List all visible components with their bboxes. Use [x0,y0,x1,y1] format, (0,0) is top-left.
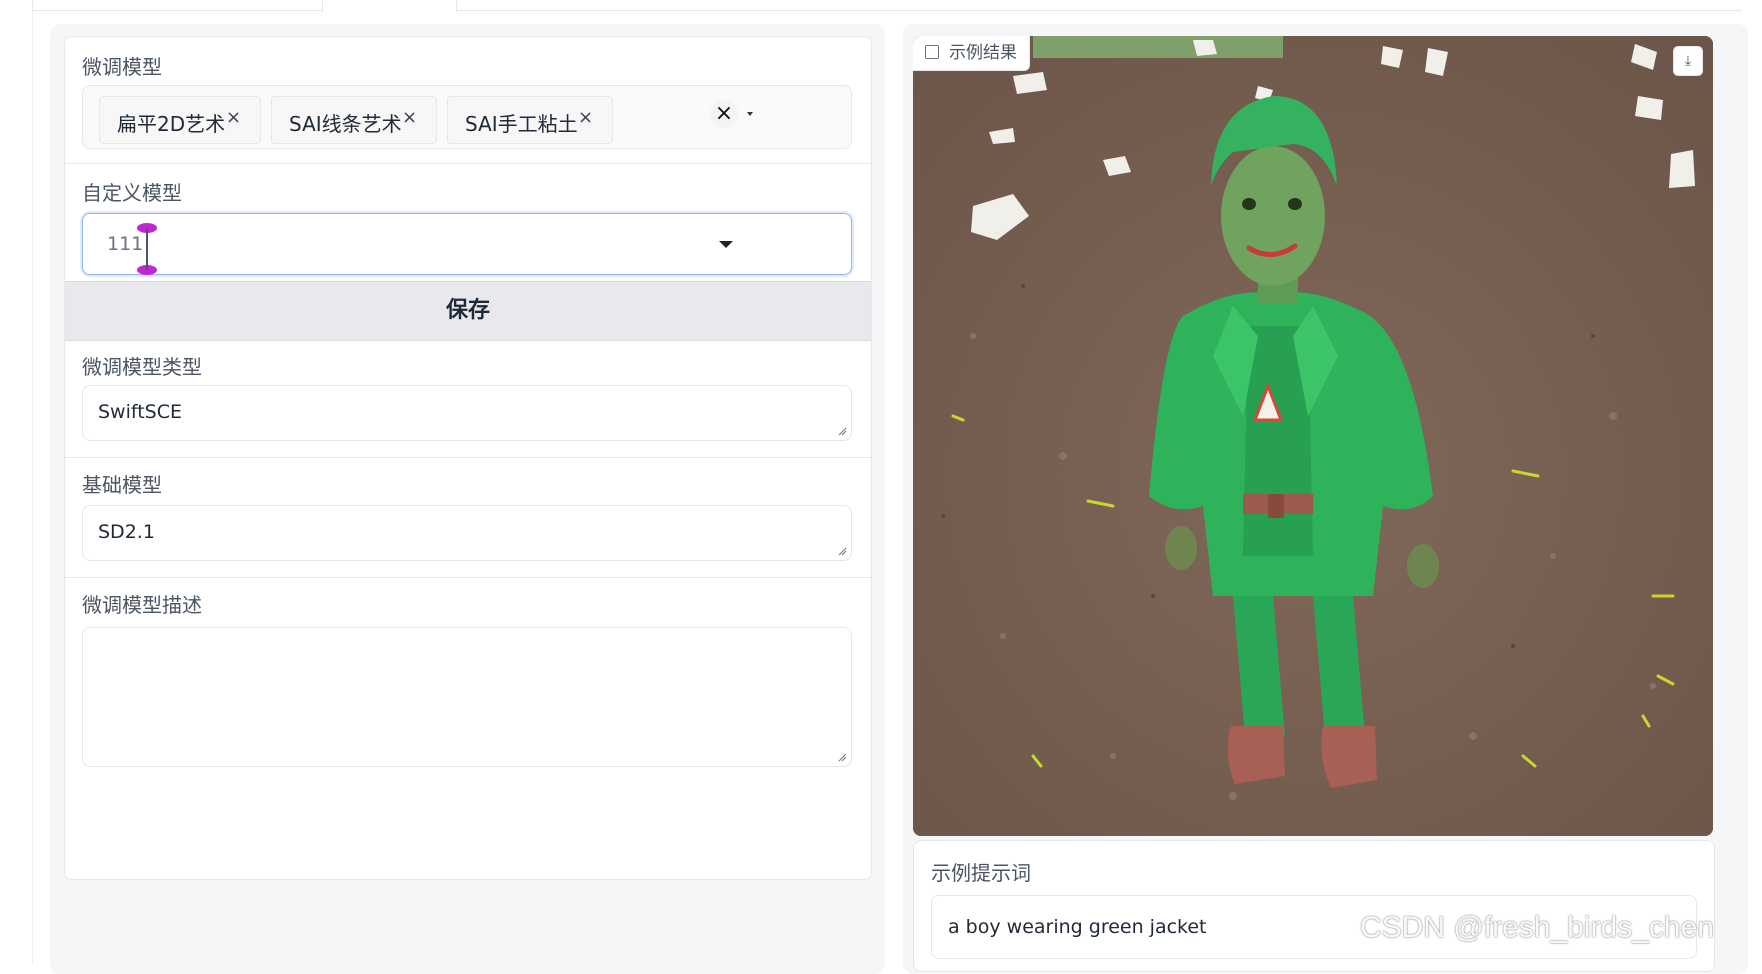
example-result-image: 示例结果 ⤓ [913,36,1713,836]
chip-sai-clay: SAI手工粘土 × [447,96,613,144]
description-label: 微调模型描述 [82,593,202,617]
chip-remove-icon[interactable]: × [402,107,417,128]
base-model-label: 基础模型 [82,473,162,497]
model-form: 微调模型 扁平2D艺术 × SAI线条艺术 × SAI手工粘土 × × 自定义模… [64,36,872,880]
example-prompt-label: 示例提示词 [931,861,1031,885]
download-icon[interactable]: ⤓ [1673,46,1703,76]
csdn-watermark: CSDN @fresh_birds_chen [1360,911,1714,944]
finetune-model-block: 微调模型 扁平2D艺术 × SAI线条艺术 × SAI手工粘土 × × [65,37,871,164]
description-textarea[interactable] [82,627,852,767]
chip-label: SAI手工粘土 [465,112,578,136]
custom-model-label: 自定义模型 [82,181,182,205]
example-prompt-value: a boy wearing green jacket [948,916,1207,938]
example-result-label: 示例结果 [913,36,1030,71]
clear-all-icon[interactable]: × [710,100,738,128]
chip-remove-icon[interactable]: × [226,107,241,128]
chevron-down-icon[interactable] [747,112,753,116]
base-model-value: SD2.1 [98,521,155,543]
custom-model-select[interactable]: 111 [82,213,852,275]
dropdown-caret-icon[interactable] [719,241,733,248]
model-type-field[interactable]: SwiftSCE [82,385,852,441]
page-left-border [12,0,33,964]
base-model-field[interactable]: SD2.1 [82,505,852,561]
description-block: 微调模型描述 [65,577,871,777]
tab-bar [0,0,1762,12]
base-model-block: 基础模型 SD2.1 [65,457,871,578]
resize-handle-icon[interactable] [837,752,847,762]
model-type-block: 微调模型类型 SwiftSCE [65,339,871,458]
image-icon [925,45,939,59]
chip-flat-2d-art: 扁平2D艺术 × [99,96,261,144]
resize-handle-icon[interactable] [837,426,847,436]
chip-label: 扁平2D艺术 [117,112,226,136]
clay-boy-image [913,36,1713,836]
text-cursor-icon [137,223,157,275]
tab-2-active[interactable] [322,0,457,12]
save-button[interactable]: 保存 [65,281,871,341]
model-type-value: SwiftSCE [98,401,183,423]
model-type-label: 微调模型类型 [82,355,202,379]
chip-label: SAI线条艺术 [289,112,402,136]
finetune-model-label: 微调模型 [82,55,162,79]
example-prompt-block: 示例提示词 a boy wearing green jacket [913,840,1715,972]
finetune-model-multiselect[interactable]: 扁平2D艺术 × SAI线条艺术 × SAI手工粘土 × × [82,85,852,149]
tab-1[interactable] [32,0,324,11]
chip-remove-icon[interactable]: × [578,107,593,128]
resize-handle-icon[interactable] [837,546,847,556]
chip-sai-line-art: SAI线条艺术 × [271,96,437,144]
